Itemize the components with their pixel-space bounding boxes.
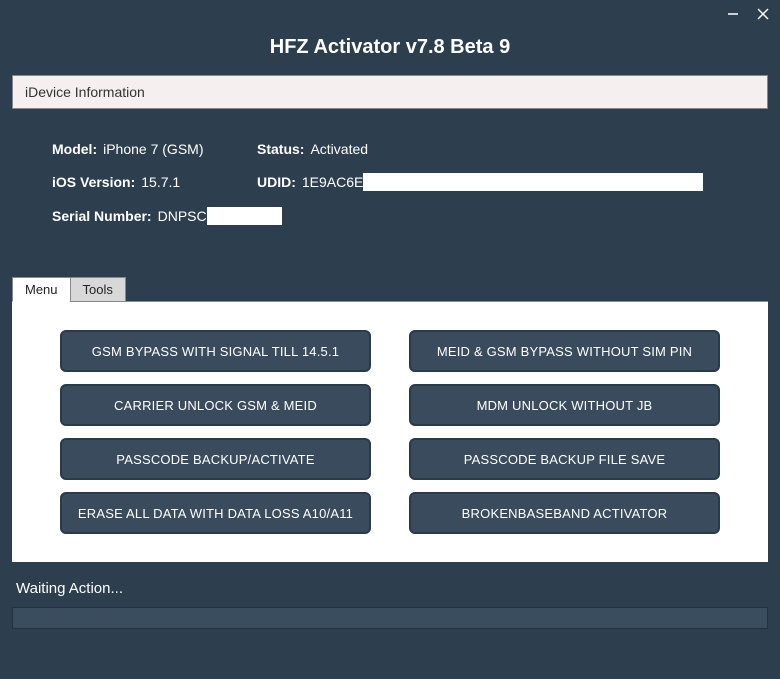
- status-field: Status: Activated: [257, 141, 368, 157]
- minimize-icon: [727, 8, 739, 20]
- gsm-bypass-signal-button[interactable]: GSM BYPASS WITH SIGNAL TILL 14.5.1: [60, 330, 371, 372]
- ios-field: iOS Version: 15.7.1: [52, 173, 257, 191]
- serial-value: DNPSC: [158, 208, 207, 224]
- erase-all-data-button[interactable]: ERASE ALL DATA WITH DATA LOSS A10/A11: [60, 492, 371, 534]
- serial-label: Serial Number:: [52, 208, 152, 224]
- ios-label: iOS Version:: [52, 174, 135, 190]
- status-text: Waiting Action...: [12, 562, 768, 607]
- tab-tools[interactable]: Tools: [70, 277, 126, 302]
- close-icon: [757, 8, 769, 20]
- model-value: iPhone 7 (GSM): [103, 141, 203, 157]
- app-title: HFZ Activator v7.8 Beta 9: [0, 28, 780, 75]
- tabs-container: Menu Tools GSM BYPASS WITH SIGNAL TILL 1…: [12, 277, 768, 562]
- mdm-unlock-button[interactable]: MDM UNLOCK WITHOUT JB: [409, 384, 720, 426]
- status-label: Status:: [257, 141, 304, 157]
- udid-value: 1E9AC6E: [302, 174, 363, 190]
- passcode-backup-save-button[interactable]: PASSCODE BACKUP FILE SAVE: [409, 438, 720, 480]
- brokenbaseband-button[interactable]: BROKENBASEBAND ACTIVATOR: [409, 492, 720, 534]
- progress-bar: [12, 607, 768, 629]
- model-field: Model: iPhone 7 (GSM): [52, 141, 257, 157]
- tab-panel-menu: GSM BYPASS WITH SIGNAL TILL 14.5.1 MEID …: [12, 301, 768, 562]
- udid-redaction: [363, 173, 703, 191]
- udid-label: UDID:: [257, 174, 296, 190]
- meid-gsm-bypass-button[interactable]: MEID & GSM BYPASS WITHOUT SIM PIN: [409, 330, 720, 372]
- tab-menu[interactable]: Menu: [12, 277, 71, 302]
- passcode-backup-activate-button[interactable]: PASSCODE BACKUP/ACTIVATE: [60, 438, 371, 480]
- device-info-panel: Model: iPhone 7 (GSM) Status: Activated …: [12, 109, 768, 259]
- status-value: Activated: [310, 141, 368, 157]
- ios-value: 15.7.1: [141, 174, 180, 190]
- serial-redaction: [207, 207, 282, 225]
- minimize-button[interactable]: [726, 7, 740, 21]
- serial-field: Serial Number: DNPSC: [52, 207, 282, 225]
- titlebar: [0, 0, 780, 28]
- udid-field: UDID: 1E9AC6E: [257, 173, 703, 191]
- close-button[interactable]: [756, 7, 770, 21]
- carrier-unlock-button[interactable]: CARRIER UNLOCK GSM & MEID: [60, 384, 371, 426]
- info-panel-header: iDevice Information: [12, 75, 768, 109]
- model-label: Model:: [52, 141, 97, 157]
